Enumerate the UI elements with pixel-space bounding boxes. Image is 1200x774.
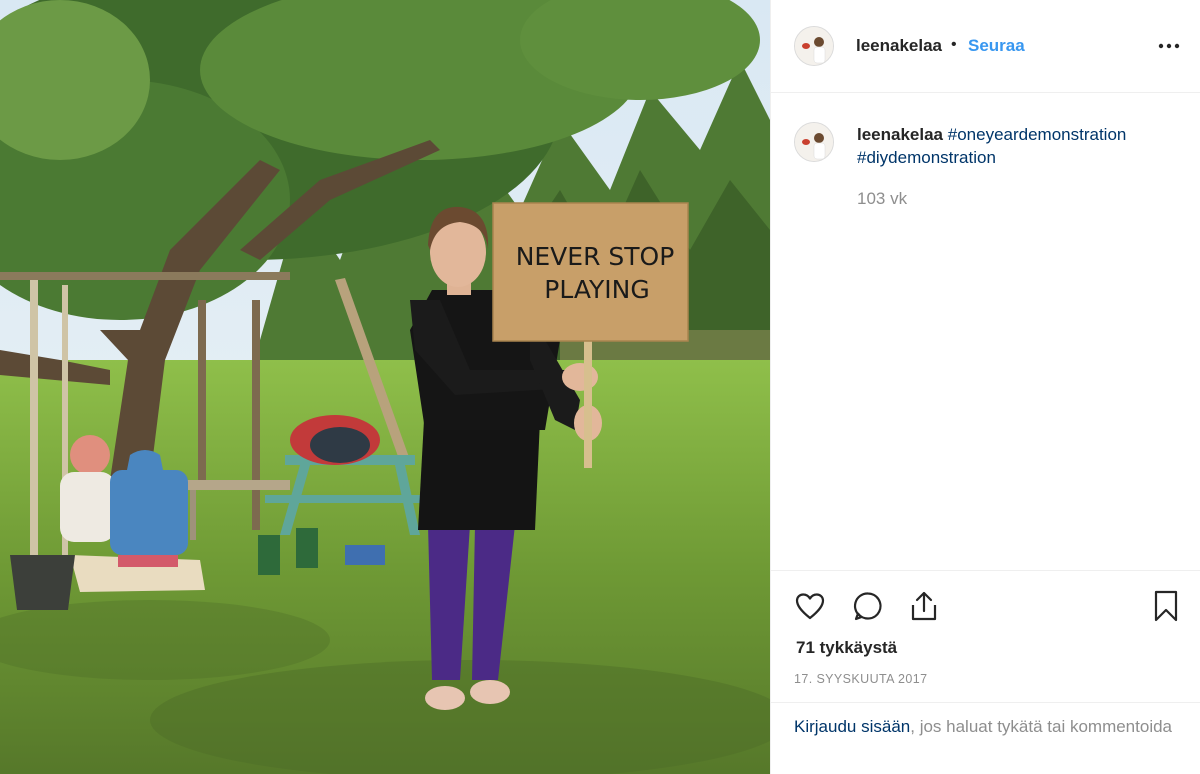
heart-icon[interactable] <box>793 589 827 623</box>
likes-count[interactable]: 71 tykkäystä <box>796 638 897 658</box>
caption-text: leenakelaa #oneyeardemonstration #diydem… <box>857 123 1177 169</box>
follow-button[interactable]: Seuraa <box>968 36 1025 56</box>
bookmark-icon[interactable] <box>1149 589 1183 623</box>
caption-avatar[interactable] <box>794 122 834 162</box>
comment-bubble-icon[interactable] <box>851 589 885 623</box>
separator-dot: • <box>951 36 957 53</box>
photo-illustration: NEVER STOP PLAYING <box>0 0 770 774</box>
sign-text-line1: NEVER STOP <box>516 242 675 271</box>
post-header: leenakelaa • Seuraa <box>771 0 1200 93</box>
post-side-panel: leenakelaa • Seuraa leenakelaa #oneyeard… <box>770 0 1200 774</box>
login-prompt-text: , jos haluat tykätä tai kommentoida <box>910 717 1172 736</box>
caption-username-link[interactable]: leenakelaa <box>857 125 943 144</box>
share-upload-icon[interactable] <box>907 589 941 623</box>
sign-text-line2: PLAYING <box>544 275 649 304</box>
hashtag-link[interactable]: #oneyeardemonstration <box>948 125 1127 144</box>
comment-time-ago[interactable]: 103 vk <box>857 189 907 209</box>
avatar[interactable] <box>794 26 834 66</box>
post-date[interactable]: 17. SYYSKUUTA 2017 <box>794 672 927 686</box>
header-username-link[interactable]: leenakelaa <box>856 36 942 56</box>
post-photo[interactable]: NEVER STOP PLAYING <box>0 0 770 774</box>
login-link[interactable]: Kirjaudu sisään <box>794 717 910 736</box>
avatar-image <box>795 27 833 65</box>
login-prompt: Kirjaudu sisään, jos haluat tykätä tai k… <box>771 702 1200 774</box>
avatar-image <box>795 123 833 161</box>
post-actions: 71 tykkäystä 17. SYYSKUUTA 2017 <box>771 570 1200 702</box>
hashtag-link[interactable]: #diydemonstration <box>857 148 996 167</box>
more-options-icon[interactable] <box>1155 36 1183 56</box>
